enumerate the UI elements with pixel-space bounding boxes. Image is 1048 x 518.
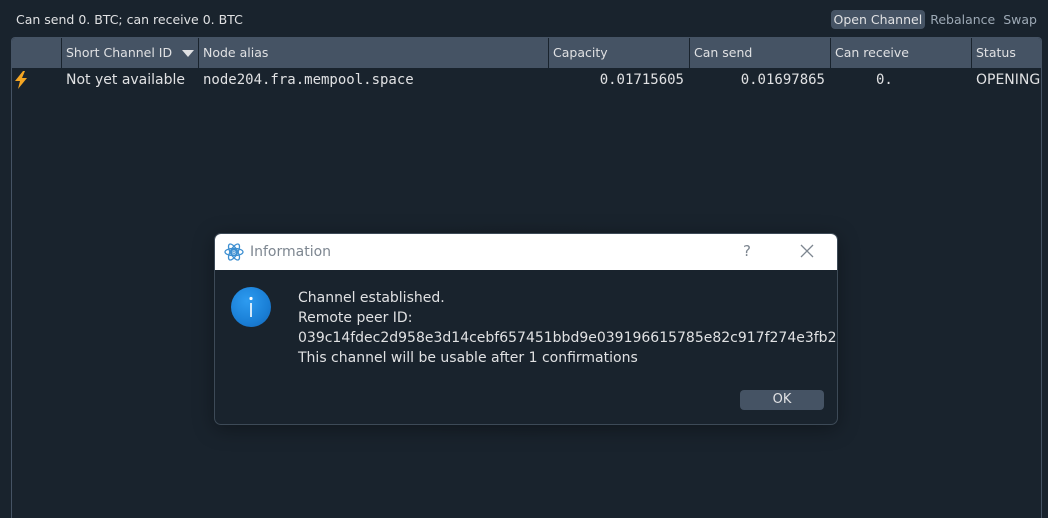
ok-button[interactable]: OK — [740, 390, 824, 410]
header-can-receive[interactable]: Can receive — [831, 38, 972, 68]
swap-button[interactable]: Swap — [1000, 10, 1040, 29]
header-short-channel-id[interactable]: Short Channel ID — [62, 38, 199, 68]
lightning-icon — [12, 68, 62, 92]
dialog-message: Channel established. Remote peer ID: 039… — [298, 288, 838, 368]
close-icon[interactable] — [797, 241, 817, 261]
header-icon-column[interactable] — [12, 38, 62, 68]
message-line: Remote peer ID: — [298, 310, 413, 326]
header-capacity[interactable]: Capacity — [549, 38, 690, 68]
table-row[interactable]: Not yet available node204.fra.mempool.sp… — [12, 68, 1041, 92]
toolbar: Open Channel Rebalance Swap — [830, 10, 1040, 29]
balance-summary: Can send 0. BTC; can receive 0. BTC — [16, 12, 243, 27]
cell-status: OPENING — [976, 72, 1041, 88]
dialog-title: Information — [250, 244, 332, 260]
cell-can-receive: 0. — [876, 72, 893, 88]
message-line: Channel established. — [298, 290, 445, 306]
cell-capacity: 0.01715605 — [599, 72, 684, 88]
help-button[interactable]: ? — [743, 242, 751, 260]
open-channel-button[interactable]: Open Channel — [830, 10, 926, 29]
cell-node-alias: node204.fra.mempool.space — [203, 72, 414, 88]
cell-can-send: 0.01697865 — [740, 72, 825, 88]
header-node-alias[interactable]: Node alias — [199, 38, 549, 68]
electrum-app-icon: B — [224, 243, 244, 261]
header-label: Short Channel ID — [66, 45, 173, 60]
svg-text:B: B — [232, 250, 236, 256]
remote-peer-id: 039c14fdec2d958e3d14cebf657451bbd9e03919… — [298, 330, 838, 346]
rebalance-button[interactable]: Rebalance — [927, 10, 998, 29]
message-line: This channel will be usable after 1 conf… — [298, 350, 638, 366]
table-header: Short Channel ID Node alias Capacity Can… — [12, 38, 1041, 68]
information-dialog: B Information ? Channel established. Rem… — [214, 233, 838, 425]
header-can-send[interactable]: Can send — [690, 38, 831, 68]
info-icon — [231, 287, 271, 327]
header-status[interactable]: Status — [972, 38, 1041, 68]
dialog-titlebar[interactable]: B Information ? — [215, 234, 837, 270]
sort-descending-icon — [182, 50, 194, 57]
cell-short-channel-id: Not yet available — [66, 72, 186, 88]
